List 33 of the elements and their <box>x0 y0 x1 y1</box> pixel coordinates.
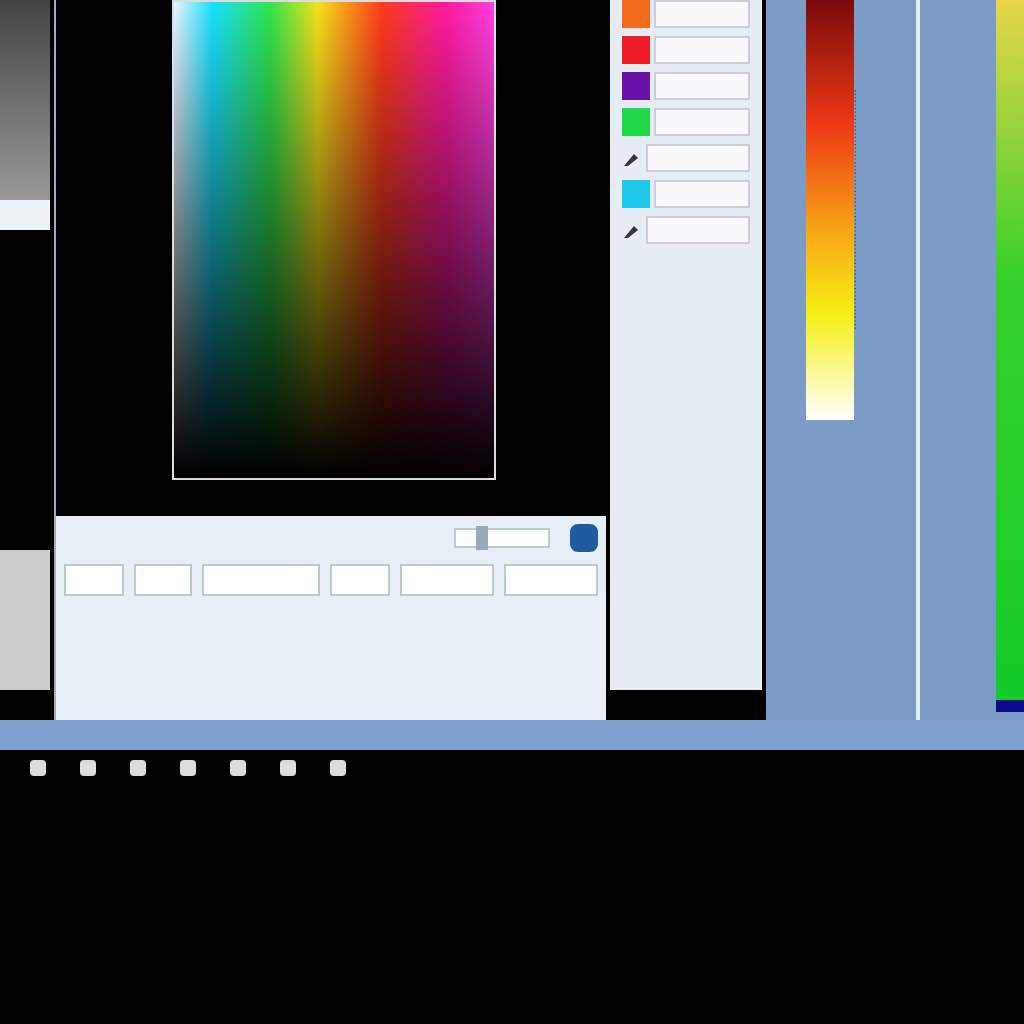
round-button[interactable] <box>570 524 599 552</box>
color-spectrum[interactable] <box>172 0 497 480</box>
color-swatch[interactable] <box>622 108 651 136</box>
brush-icon[interactable] <box>622 148 643 168</box>
color-swatch[interactable] <box>622 180 651 208</box>
swatch-field[interactable] <box>646 216 750 244</box>
app-icon[interactable] <box>330 760 346 776</box>
app-icon[interactable] <box>80 760 96 776</box>
dropdown[interactable] <box>202 564 321 596</box>
slider[interactable] <box>454 528 551 548</box>
app-icon[interactable] <box>280 760 296 776</box>
input-field[interactable] <box>503 564 599 596</box>
address-bar <box>0 200 51 230</box>
swatch-field[interactable] <box>654 72 750 100</box>
dropdown[interactable] <box>133 564 193 596</box>
brush-icon[interactable] <box>622 220 643 240</box>
color-swatch[interactable] <box>622 72 651 100</box>
app-icon[interactable] <box>180 760 196 776</box>
swatch-field[interactable] <box>654 36 750 64</box>
app-icon[interactable] <box>130 760 146 776</box>
panel-background <box>0 550 51 690</box>
input-field[interactable] <box>399 564 494 596</box>
swatch-field[interactable] <box>654 180 750 208</box>
app-icon[interactable] <box>30 760 46 776</box>
color-swatch[interactable] <box>622 0 651 28</box>
swatch-field[interactable] <box>654 0 750 28</box>
swatch-field[interactable] <box>646 144 750 172</box>
app-icon[interactable] <box>230 760 246 776</box>
slider-thumb[interactable] <box>476 526 489 550</box>
dropdown[interactable] <box>64 564 124 596</box>
color-swatch[interactable] <box>622 36 651 64</box>
swatch-field[interactable] <box>654 108 750 136</box>
dropdown[interactable] <box>330 564 390 596</box>
